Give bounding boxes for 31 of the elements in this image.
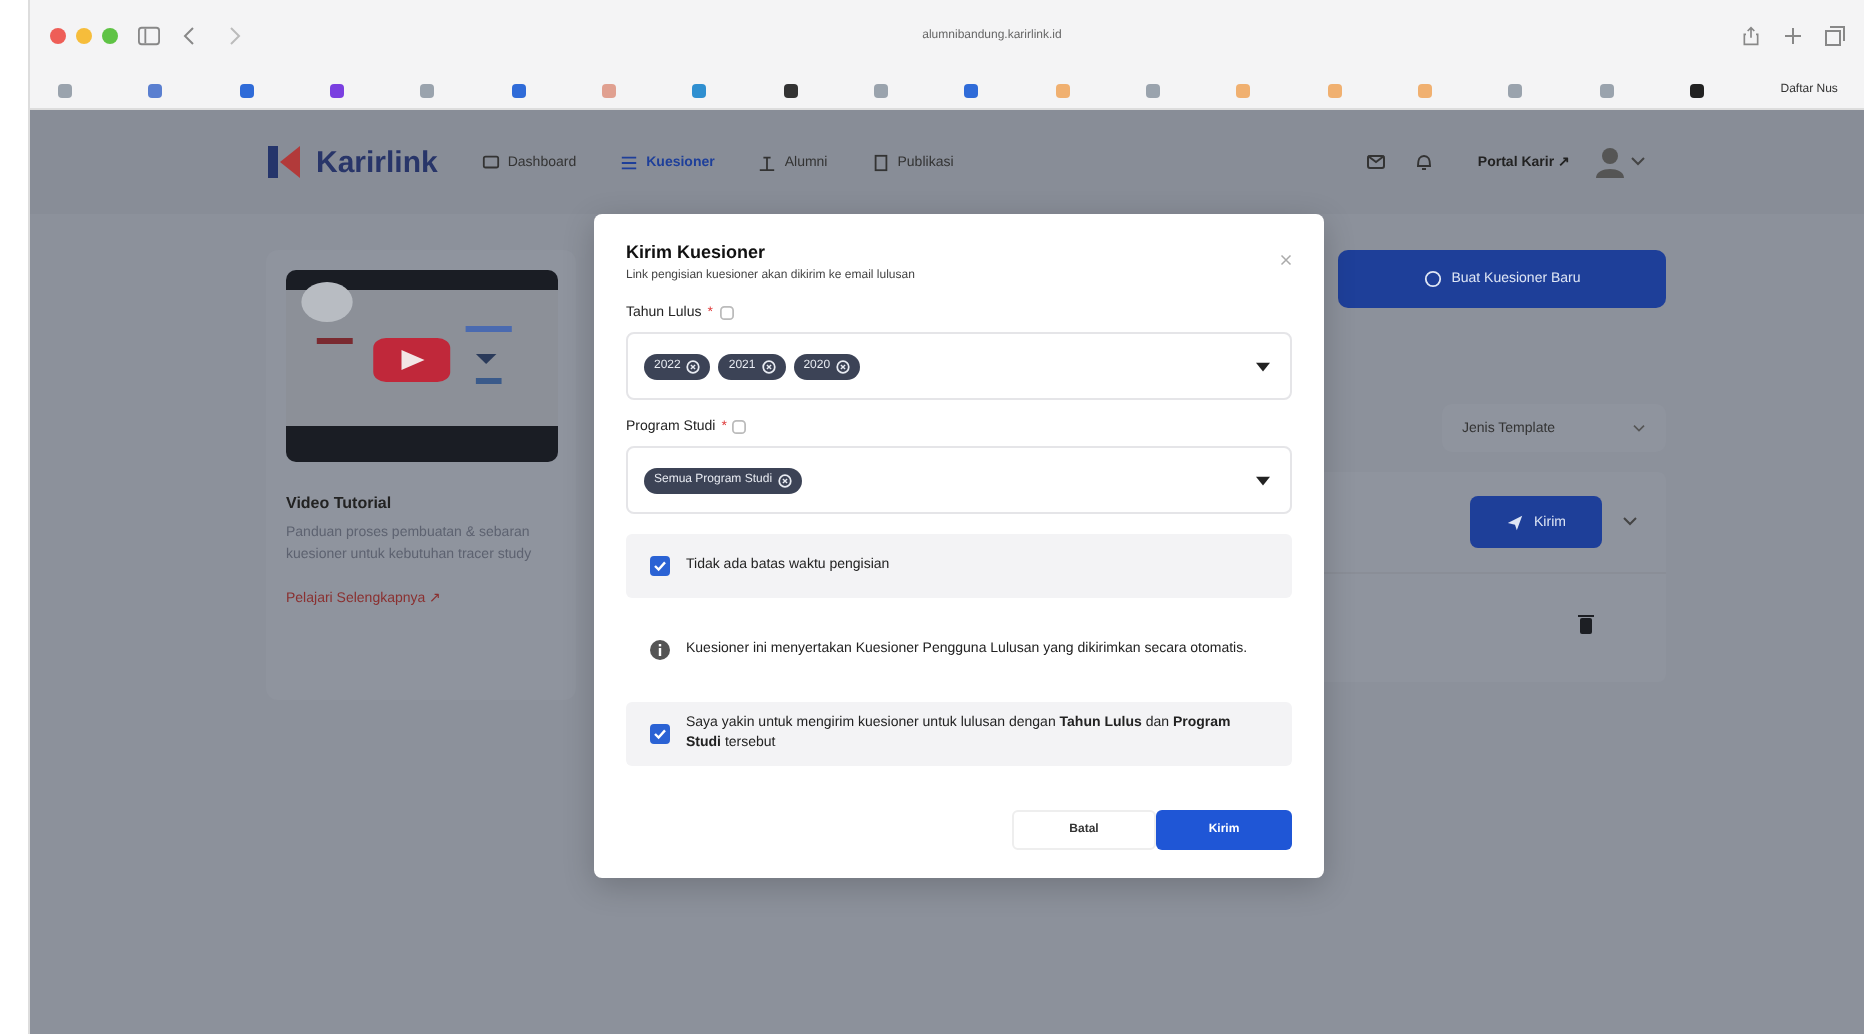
plus-icon[interactable] [1782, 26, 1804, 46]
checkbox[interactable] [650, 556, 670, 576]
card-title: Video Tutorial [286, 494, 394, 512]
logo-icon [266, 142, 306, 182]
modal-title: Kirim Kuesioner [626, 242, 768, 262]
avatar-icon[interactable] [1594, 146, 1646, 178]
share-icon[interactable] [1740, 26, 1762, 46]
window-controls-icon[interactable] [50, 28, 118, 44]
close-icon[interactable] [1280, 254, 1292, 266]
send-icon [1506, 513, 1525, 531]
remove-icon[interactable] [778, 473, 793, 487]
mail-icon[interactable] [1365, 152, 1386, 172]
plus-circle-icon [1423, 270, 1442, 288]
bookmark-icon[interactable] [1689, 83, 1704, 97]
chevron-down-icon[interactable] [1622, 516, 1638, 528]
bell-icon[interactable] [1413, 152, 1434, 172]
sidebar-icon[interactable] [138, 26, 160, 46]
bookmark-icon[interactable] [783, 83, 798, 97]
document-icon [871, 153, 890, 171]
chevron-down-icon [1632, 423, 1646, 433]
trash-icon[interactable] [1578, 614, 1594, 634]
caret-icon[interactable] [1256, 361, 1270, 371]
brand-name: Karirlink [316, 145, 438, 179]
list-icon [620, 153, 639, 171]
remove-icon[interactable] [761, 359, 776, 373]
checkbox[interactable] [650, 724, 670, 744]
remove-icon[interactable] [686, 359, 701, 373]
caret-icon[interactable] [1256, 475, 1270, 485]
remove-icon[interactable] [836, 359, 851, 373]
tabs-icon[interactable] [1824, 26, 1846, 46]
monitor-icon [481, 153, 500, 171]
